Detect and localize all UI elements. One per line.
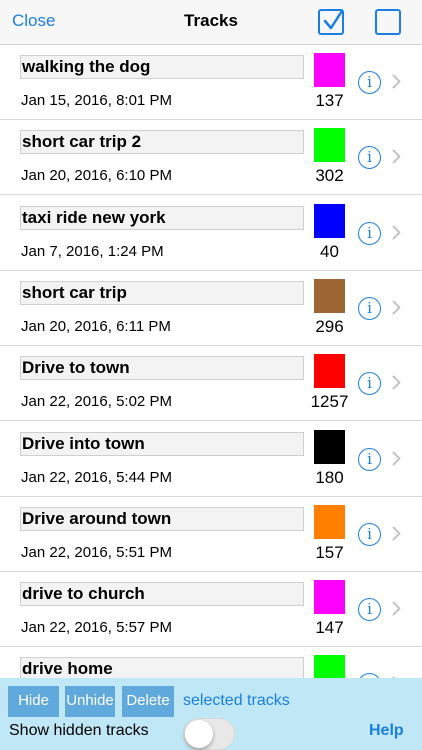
info-icon[interactable]: i — [358, 447, 381, 471]
track-date: Jan 22, 2016, 5:44 PM — [21, 468, 172, 486]
track-date: Jan 20, 2016, 6:10 PM — [21, 167, 172, 185]
bottom-toolbar: Hide Unhide Delete selected tracks Show … — [0, 678, 422, 750]
select-all-checkbox[interactable] — [318, 9, 344, 35]
show-hidden-toggle[interactable] — [183, 718, 235, 750]
info-icon[interactable]: i — [358, 598, 381, 622]
track-color-swatch[interactable] — [314, 354, 345, 389]
track-point-count: 296 — [315, 316, 344, 336]
track-name[interactable]: taxi ride new york — [20, 205, 304, 230]
chevron-right-icon — [392, 300, 401, 315]
hide-button[interactable]: Hide — [8, 686, 59, 717]
track-name[interactable]: drive to church — [20, 582, 304, 607]
track-color-swatch[interactable] — [314, 203, 345, 238]
track-point-count: 40 — [320, 241, 339, 261]
help-button[interactable]: Help — [369, 722, 404, 740]
track-date: Jan 20, 2016, 6:11 PM — [21, 317, 171, 335]
info-icon[interactable]: i — [358, 146, 381, 170]
track-color-swatch[interactable] — [314, 53, 345, 87]
chevron-right-icon — [392, 601, 401, 616]
track-name[interactable]: short car trip 2 — [20, 130, 304, 155]
track-row[interactable]: short car trip Jan 20, 2016, 6:11 PM 296 i — [0, 271, 422, 346]
page-title: Tracks — [184, 11, 238, 30]
track-color-swatch[interactable] — [314, 429, 345, 464]
track-name[interactable]: Drive to town — [20, 356, 304, 381]
track-name[interactable]: drive home — [20, 657, 304, 678]
info-icon[interactable]: i — [358, 372, 381, 396]
toggle-knob[interactable] — [185, 720, 213, 748]
track-point-count: 157 — [315, 542, 344, 562]
chevron-right-icon — [392, 451, 401, 465]
track-row[interactable]: taxi ride new york Jan 7, 2016, 1:24 PM 40… — [0, 196, 422, 271]
track-color-swatch[interactable] — [314, 278, 345, 313]
show-hidden-label: Show hidden tracks — [9, 722, 149, 739]
delete-button[interactable]: Delete — [122, 686, 174, 717]
tracks-list: walking the dog Jan 15, 2016, 8:01 PM 137 i… — [0, 45, 422, 678]
navigation-bar: Close Tracks — [0, 0, 422, 45]
track-row[interactable]: drive homei — [0, 647, 422, 678]
chevron-right-icon — [392, 149, 401, 164]
track-date: Jan 7, 2016, 1:24 PM — [21, 242, 164, 260]
track-point-count: 180 — [315, 467, 344, 487]
chevron-right-icon — [392, 526, 401, 541]
checked-checkbox-icon — [323, 9, 344, 30]
info-icon[interactable]: i — [358, 71, 381, 94]
info-icon[interactable]: i — [358, 221, 381, 245]
track-name[interactable]: Drive into town — [20, 431, 304, 456]
track-row[interactable]: walking the dog Jan 15, 2016, 8:01 PM 137 i — [0, 45, 422, 120]
track-row[interactable]: Drive around town Jan 22, 2016, 5:51 PM 15… — [0, 497, 422, 572]
track-date: Jan 22, 2016, 5:02 PM — [21, 393, 172, 411]
track-row[interactable]: short car trip 2 Jan 20, 2016, 6:10 PM 302… — [0, 120, 422, 196]
deselect-all-checkbox[interactable] — [375, 9, 401, 35]
track-date: Jan 22, 2016, 5:51 PM — [21, 543, 172, 561]
track-name[interactable]: walking the dog — [20, 55, 304, 79]
info-icon[interactable]: i — [358, 522, 381, 546]
track-name[interactable]: Drive around town — [20, 506, 304, 531]
track-date: Jan 22, 2016, 5:57 PM — [21, 619, 172, 637]
chevron-right-icon — [392, 74, 401, 89]
track-row[interactable]: Drive to town Jan 22, 2016, 5:02 PM 1257 i — [0, 346, 422, 422]
track-date: Jan 15, 2016, 8:01 PM — [21, 92, 172, 109]
track-row[interactable]: Drive into town Jan 22, 2016, 5:44 PM 180 i — [0, 422, 422, 497]
track-color-swatch[interactable] — [314, 504, 345, 539]
track-color-swatch[interactable] — [314, 128, 345, 163]
selected-tracks-label: selected tracks — [183, 692, 290, 709]
chevron-right-icon — [392, 225, 401, 240]
track-point-count: 147 — [315, 618, 344, 638]
track-color-swatch[interactable] — [314, 580, 345, 615]
chevron-right-icon — [392, 375, 401, 390]
unhide-button[interactable]: Unhide — [65, 686, 115, 717]
track-color-swatch[interactable] — [314, 655, 345, 678]
info-icon[interactable]: i — [358, 296, 381, 320]
track-row[interactable]: drive to church Jan 22, 2016, 5:57 PM 147 i — [0, 572, 422, 648]
track-point-count: 137 — [315, 91, 344, 110]
track-point-count: 1257 — [310, 392, 349, 412]
track-name[interactable]: short car trip — [20, 280, 304, 305]
track-point-count: 302 — [315, 166, 344, 186]
